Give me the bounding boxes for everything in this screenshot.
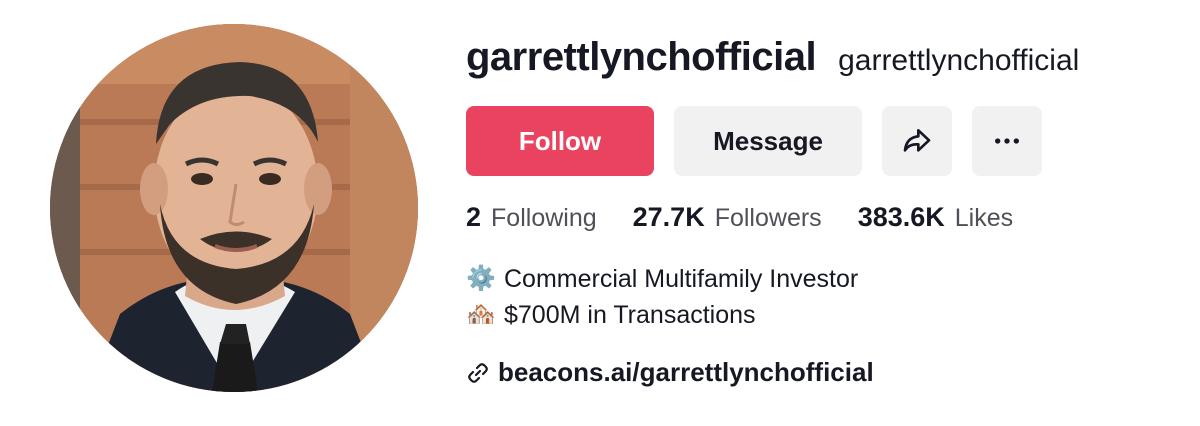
bio-line: ⚙️ Commercial Multifamily Investor <box>466 261 1186 297</box>
more-dots-icon <box>995 138 1019 144</box>
followers-label: Followers <box>714 204 822 232</box>
more-button[interactable] <box>972 106 1042 176</box>
bio-text: Commercial Multifamily Investor <box>504 265 859 293</box>
name-row: garrettlynchofficial garrettlynchofficia… <box>466 30 1186 88</box>
share-button[interactable] <box>882 106 952 176</box>
link-text[interactable]: beacons.ai/garrettlynchofficial <box>498 357 874 388</box>
stat-followers[interactable]: 27.7K Followers <box>633 202 822 233</box>
stat-following[interactable]: 2 Following <box>466 202 597 233</box>
message-button[interactable]: Message <box>674 106 862 176</box>
stat-likes: 383.6K Likes <box>858 202 1013 233</box>
likes-count: 383.6K <box>857 202 945 232</box>
share-arrow-icon <box>903 129 931 152</box>
action-buttons: Follow Message <box>466 106 1186 176</box>
follow-button[interactable]: Follow <box>466 106 654 176</box>
gear-icon: ⚙️ <box>466 265 496 292</box>
profile-nickname: garrettlynchofficial <box>838 44 1080 77</box>
profile-avatar[interactable] <box>50 24 418 392</box>
likes-label: Likes <box>954 204 1014 232</box>
bio-line: 🏘️ $700M in Transactions <box>466 297 1186 333</box>
avatar-photo <box>50 24 418 392</box>
followers-count: 27.7K <box>632 202 705 232</box>
profile-link[interactable]: beacons.ai/garrettlynchofficial <box>466 357 1186 388</box>
profile-info: garrettlynchofficial garrettlynchofficia… <box>466 30 1186 388</box>
profile-bio: ⚙️ Commercial Multifamily Investor 🏘️ $7… <box>466 261 1186 333</box>
following-label: Following <box>491 204 597 232</box>
link-icon <box>468 362 488 383</box>
bio-text: $700M in Transactions <box>504 301 756 329</box>
houses-icon: 🏘️ <box>466 301 496 328</box>
following-count: 2 <box>466 202 482 232</box>
profile-stats: 2 Following 27.7K Followers 383.6K Likes <box>466 202 1186 233</box>
profile-username: garrettlynchofficial <box>466 35 817 79</box>
